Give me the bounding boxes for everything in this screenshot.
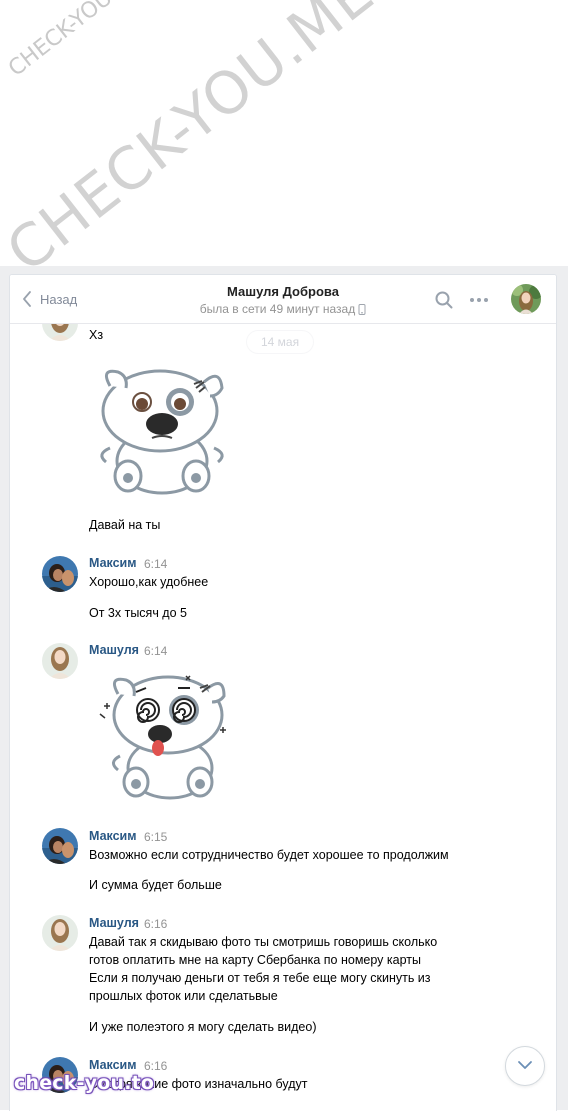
message-time[interactable]: 6:16 [144, 917, 167, 931]
watermark-small: CHECK-YOU.ME [4, 0, 149, 82]
message-text: прошлых фоток или сделатьвые [89, 989, 278, 1003]
message-text: Давай на ты [89, 518, 161, 532]
sticker-dog-confused[interactable] [92, 366, 232, 503]
message-text: И сумма будет больше [89, 878, 222, 892]
avatar-maksim[interactable] [42, 828, 78, 864]
peer-status-text: была в сети 49 минут назад [199, 302, 356, 316]
avatar-mashulya[interactable] [42, 643, 78, 679]
message-author[interactable]: Максим [89, 829, 137, 843]
message-author[interactable]: Максим [89, 556, 137, 570]
message-time[interactable]: 6:15 [144, 830, 167, 844]
message-text: Давай так я скидываю фото ты смотришь го… [89, 935, 438, 949]
message-text: И уже полеэтого я могу сделать видео) [89, 1020, 317, 1034]
chevron-down-icon [517, 1057, 533, 1075]
message-author[interactable]: Машуля [89, 643, 139, 657]
more-icon[interactable] [468, 290, 490, 315]
message-text: Хз [89, 328, 104, 342]
message-text: Возможно если сотрудничество будет хорош… [89, 848, 449, 862]
message-time[interactable]: 6:14 [144, 557, 167, 571]
chat-header: Назад Машуля Доброва была в сети 49 мину… [10, 275, 556, 324]
peer-avatar[interactable] [511, 284, 541, 314]
message-author[interactable]: Машуля [89, 916, 139, 930]
message-text: Хорошо,как удобнее [89, 575, 209, 589]
phone-icon [358, 304, 366, 318]
message-text: готов оплатить мне на карту Сбербанка по… [89, 953, 421, 967]
sticker-dog-dizzy[interactable] [96, 670, 236, 807]
search-icon[interactable] [434, 290, 454, 315]
messenger-frame: Назад Машуля Доброва была в сети 49 мину… [0, 266, 568, 1111]
scroll-down-button[interactable] [505, 1046, 545, 1086]
watermark-large: CHECK-YOU.ME [0, 0, 387, 286]
message-author[interactable]: Максим [89, 1058, 137, 1072]
chat-window: Назад Машуля Доброва была в сети 49 мину… [9, 274, 557, 1111]
message-text: От 3х тысяч до 5 [89, 606, 187, 620]
message-time[interactable]: 6:14 [144, 644, 167, 658]
watermark-logo: check-you.to [14, 1072, 155, 1094]
avatar-mashulya[interactable] [42, 915, 78, 951]
message-text: Если я получаю деньги от тебя я тебе еще… [89, 971, 431, 985]
avatar-maksim[interactable] [42, 556, 78, 592]
message-time[interactable]: 6:16 [144, 1059, 167, 1073]
date-divider: 14 мая [246, 330, 315, 354]
